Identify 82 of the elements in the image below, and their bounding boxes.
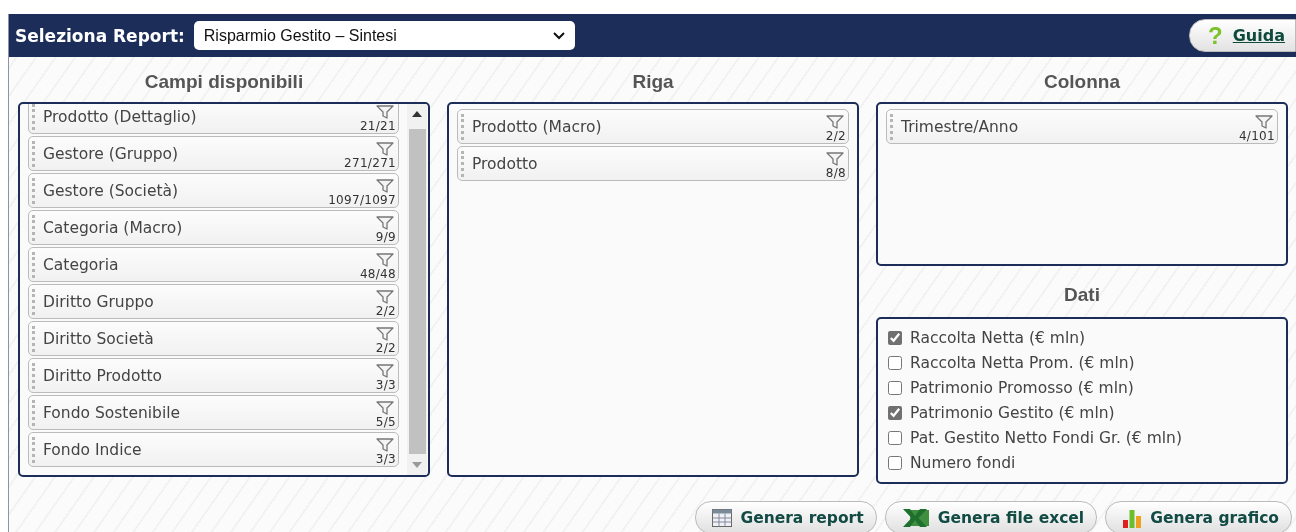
option-label: Patrimonio Promosso (€ mln) <box>910 379 1134 397</box>
drag-handle[interactable] <box>32 325 35 352</box>
checkbox[interactable] <box>888 456 902 470</box>
option-label: Patrimonio Gestito (€ mln) <box>910 404 1115 422</box>
drag-handle[interactable] <box>461 150 464 177</box>
panel-title: Dati <box>1063 283 1101 307</box>
field-item[interactable]: Prodotto (Macro) 2/2 <box>457 109 849 144</box>
help-button[interactable]: ? Guida <box>1189 19 1296 52</box>
filter-icon[interactable] <box>376 290 394 304</box>
filter-count: 8/8 <box>825 166 846 180</box>
field-item[interactable]: Trimestre/Anno 4/101 <box>886 109 1278 144</box>
field-item[interactable]: Fondo Indice 3/3 <box>28 432 399 467</box>
drag-handle[interactable] <box>32 140 35 167</box>
scrollbar[interactable] <box>407 104 427 475</box>
filter-count: 3/3 <box>375 452 396 466</box>
field-item[interactable]: Fondo Sostenibile 5/5 <box>28 395 399 430</box>
filter-count: 2/2 <box>825 129 846 143</box>
option-label: Raccolta Netta (€ mln) <box>910 329 1086 347</box>
filter-icon[interactable] <box>376 253 394 267</box>
filter-icon[interactable] <box>376 179 394 193</box>
checkbox[interactable] <box>888 331 902 345</box>
filter-count: 48/48 <box>359 267 396 281</box>
filter-icon[interactable] <box>376 364 394 378</box>
panel-title: Colonna <box>1043 70 1121 94</box>
filter-icon[interactable] <box>376 216 394 230</box>
drag-handle[interactable] <box>32 214 35 241</box>
field-item[interactable]: Prodotto 8/8 <box>457 146 849 181</box>
field-item[interactable]: Diritto Società 2/2 <box>28 321 399 356</box>
filter-count: 271/271 <box>344 156 396 170</box>
filter-count: 4/101 <box>1238 129 1275 143</box>
drag-handle[interactable] <box>32 362 35 389</box>
field-item[interactable]: Diritto Gruppo 2/2 <box>28 284 399 319</box>
report-select[interactable]: Risparmio Gestito – Sintesi <box>193 21 575 50</box>
scroll-up-icon[interactable] <box>412 111 422 117</box>
checkbox[interactable] <box>888 356 902 370</box>
filter-icon[interactable] <box>376 438 394 452</box>
option-label: Numero fondi <box>910 454 1016 472</box>
filter-icon[interactable] <box>376 401 394 415</box>
drag-handle[interactable] <box>32 251 35 278</box>
drag-handle[interactable] <box>461 113 464 140</box>
scroll-down-icon[interactable] <box>412 462 422 468</box>
field-item[interactable]: Diritto Prodotto 3/3 <box>28 358 399 393</box>
panel-title: Campi disponibili <box>143 70 305 94</box>
filter-icon[interactable] <box>376 105 394 119</box>
report-label: Seleziona Report: <box>15 25 185 46</box>
filter-count: 3/3 <box>375 378 396 392</box>
field-item[interactable]: Gestore (Società) 1097/1097 <box>28 173 399 208</box>
filter-count: 1097/1097 <box>328 193 396 207</box>
option-label: Raccolta Netta Prom. (€ mln) <box>910 354 1135 372</box>
drag-handle[interactable] <box>890 113 893 140</box>
table-icon <box>712 508 733 527</box>
bar-chart-icon <box>1122 507 1143 528</box>
drag-handle[interactable] <box>32 436 35 463</box>
scrollbar-thumb[interactable] <box>408 129 426 454</box>
checkbox[interactable] <box>888 406 902 420</box>
chart-button[interactable]: Genera grafico <box>1105 501 1292 532</box>
option-label: Pat. Gestito Netto Fondi Gr. (€ mln) <box>910 429 1182 447</box>
chevron-down-icon <box>552 31 565 40</box>
report-button[interactable]: Genera report <box>695 501 877 532</box>
field-item[interactable]: Gestore (Gruppo) 271/271 <box>28 136 399 171</box>
filter-count: 21/21 <box>359 119 396 133</box>
filter-icon[interactable] <box>1255 115 1273 129</box>
field-item[interactable]: Categoria (Macro) 9/9 <box>28 210 399 245</box>
filter-icon[interactable] <box>826 152 844 166</box>
filter-count: 5/5 <box>375 415 396 429</box>
filter-count: 2/2 <box>375 304 396 318</box>
filter-count: 9/9 <box>375 230 396 244</box>
filter-icon[interactable] <box>376 327 394 341</box>
excel-button[interactable]: Genera file excel <box>884 501 1098 532</box>
drag-handle[interactable] <box>32 104 35 130</box>
drag-handle[interactable] <box>32 288 35 315</box>
spreadsheet-icon <box>901 507 930 528</box>
drag-handle[interactable] <box>32 177 35 204</box>
field-item[interactable]: Prodotto (Dettaglio) 21/21 <box>28 104 399 134</box>
filter-count: 2/2 <box>375 341 396 355</box>
checkbox[interactable] <box>888 431 902 445</box>
field-item[interactable]: Categoria 48/48 <box>28 247 399 282</box>
panel-title: Riga <box>631 70 675 94</box>
filter-icon[interactable] <box>376 142 394 156</box>
drag-handle[interactable] <box>32 399 35 426</box>
checkbox[interactable] <box>888 381 902 395</box>
filter-icon[interactable] <box>826 115 844 129</box>
